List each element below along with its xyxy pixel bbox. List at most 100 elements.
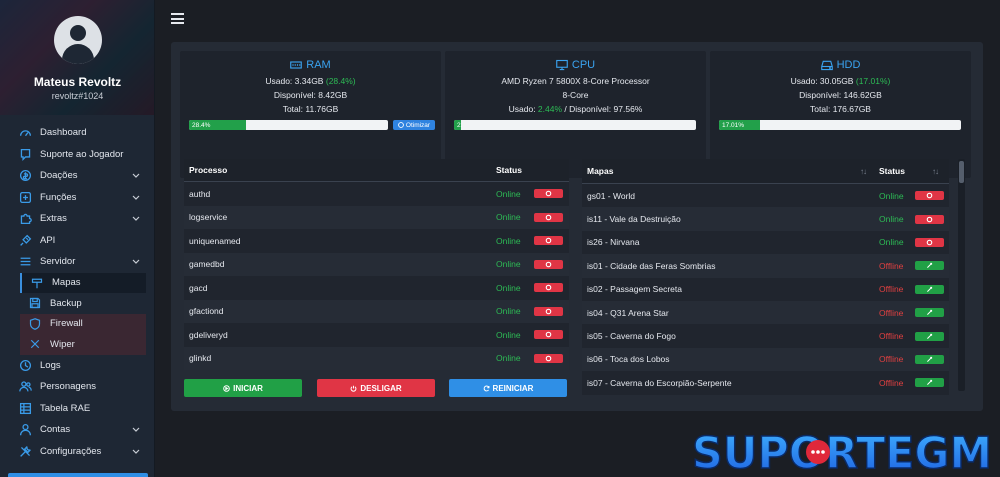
server-icon <box>18 255 32 269</box>
power-toggle-button[interactable] <box>534 283 563 293</box>
power-toggle-button[interactable] <box>534 189 563 199</box>
sidebar-item-logs[interactable]: Logs <box>0 355 155 377</box>
process-name: gacd <box>189 282 208 293</box>
sidebar-item-label: Tabela RAE <box>40 402 91 414</box>
sidebar-item-funcoes[interactable]: Funções <box>0 187 155 209</box>
table-row: uniquenamed Online <box>184 229 569 253</box>
process-name: authd <box>189 188 211 199</box>
hdd-icon <box>820 60 833 71</box>
process-rows: authd Online logservice Online uniquenamed On… <box>184 182 569 370</box>
process-name: gfactiond <box>189 306 224 317</box>
process-name: uniquenamed <box>189 235 241 246</box>
table-row: is05 - Caverna do Fogo Offline <box>582 324 949 348</box>
process-table: Processo Status authd Online logservice Onl… <box>184 159 569 370</box>
table-row: glinkd Online <box>184 346 569 370</box>
history-icon <box>18 358 32 372</box>
suportegm-watermark-logo: SUPORTEGM <box>691 430 993 474</box>
power-toggle-button[interactable] <box>915 237 944 247</box>
start-map-button[interactable] <box>915 354 944 364</box>
start-map-button[interactable] <box>915 378 944 388</box>
power-toggle-button[interactable] <box>534 306 563 316</box>
power-icon <box>545 331 552 338</box>
sidebar-subitem-firewall[interactable]: Firewall <box>20 313 146 334</box>
sidebar-item-label: Extras <box>40 213 67 225</box>
sidebar-item-suporte[interactable]: Suporte ao Jogador <box>0 144 155 166</box>
avatar[interactable] <box>54 16 102 64</box>
maps-scrollbar[interactable] <box>958 159 965 391</box>
sidebar-item-doacoes[interactable]: Doações <box>0 165 155 187</box>
power-icon <box>545 284 552 291</box>
power-toggle-button[interactable] <box>534 259 563 269</box>
map-name: is07 - Caverna do Escorpião-Serpente <box>587 377 732 388</box>
map-name: is01 - Cidade das Feras Sombrias <box>587 260 716 271</box>
maps-table: Mapas ↑↓ Status ↑↓ gs01 - World Online is1… <box>582 159 949 395</box>
process-name: gamedbd <box>189 259 225 270</box>
process-name: glinkd <box>189 353 212 364</box>
table-row: is11 - Vale da Destruição Online <box>582 207 949 231</box>
sidebar-item-api[interactable]: API <box>0 230 155 252</box>
sort-icon[interactable]: ↑↓ <box>860 167 879 176</box>
column-status[interactable]: Status <box>879 166 932 176</box>
optimize-button[interactable]: Otimizar <box>393 120 435 130</box>
map-name: is02 - Passagem Secreta <box>587 284 682 295</box>
profile-header: Mateus Revoltz revoltz#1024 <box>0 0 154 115</box>
sidebar-item-extras[interactable]: Extras <box>0 208 155 230</box>
sidebar-item-personagens[interactable]: Personagens <box>0 376 155 398</box>
table-row: gacd Online <box>184 276 569 300</box>
menu-toggle-icon[interactable] <box>171 13 184 24</box>
power-icon <box>545 214 552 221</box>
sidebar-item-servidor[interactable]: Servidor <box>0 251 155 273</box>
shield-icon <box>28 317 41 330</box>
power-toggle-button[interactable] <box>534 236 563 246</box>
dashboard-icon <box>18 126 32 140</box>
map-status: Offline <box>879 377 904 388</box>
svg-text:SUPORTEGM: SUPORTEGM <box>692 430 992 474</box>
power-icon <box>545 237 552 244</box>
cpu-progress-bar: 2. <box>454 120 696 130</box>
power-toggle-button[interactable] <box>534 353 563 363</box>
map-status: Offline <box>879 260 904 271</box>
sidebar-item-label: Mapas <box>52 277 81 289</box>
map-status: Offline <box>879 307 904 318</box>
sort-icon[interactable]: ↑↓ <box>932 167 949 176</box>
sidebar-item-configuracoes[interactable]: Configurações <box>0 441 155 463</box>
table-row: logservice Online <box>184 205 569 229</box>
power-toggle-button[interactable] <box>534 330 563 340</box>
power-toggle-button[interactable] <box>915 214 944 224</box>
power-toggle-button[interactable] <box>534 212 563 222</box>
power-icon <box>545 190 552 197</box>
maps-scrollbar-thumb[interactable] <box>959 161 964 183</box>
sidebar-subitem-wiper[interactable]: Wiper <box>20 334 146 355</box>
start-map-button[interactable] <box>915 261 944 271</box>
map-name: gs01 - World <box>587 190 636 201</box>
map-name: is04 - Q31 Arena Star <box>587 307 669 318</box>
sidebar-bottom-button[interactable] <box>8 473 148 477</box>
rocket-icon <box>927 356 933 362</box>
ram-available: Disponível: 8.42GB <box>273 90 348 100</box>
sidebar-item-dashboard[interactable]: Dashboard <box>0 122 155 144</box>
column-maps[interactable]: Mapas <box>582 166 860 176</box>
hdd-total: Total: 176.67GB <box>810 104 871 114</box>
maps-rows: gs01 - World Online is11 - Vale da Destrui… <box>582 184 949 395</box>
stop-button[interactable]: DESLIGAR <box>317 379 435 397</box>
sidebar-subitem-mapas[interactable]: Mapas <box>20 272 146 293</box>
chevron-down-icon <box>132 259 140 264</box>
ram-progress-fill: 28.4% <box>189 120 246 130</box>
sidebar-item-tabela-rae[interactable]: Tabela RAE <box>0 398 155 420</box>
process-status: Online <box>496 188 521 199</box>
eraser-icon <box>28 338 41 351</box>
start-button[interactable]: INICIAR <box>184 379 302 397</box>
power-toggle-button[interactable] <box>915 191 944 201</box>
table-row: is01 - Cidade das Feras Sombrias Offline <box>582 254 949 278</box>
restart-button[interactable]: REINICIAR <box>449 379 567 397</box>
sidebar-subitem-backup[interactable]: Backup <box>20 293 146 314</box>
start-map-button[interactable] <box>915 284 944 294</box>
cpu-progress-fill: 2. <box>454 120 462 130</box>
chevron-down-icon <box>132 173 140 178</box>
start-map-button[interactable] <box>915 308 944 318</box>
sidebar-item-contas[interactable]: Contas <box>0 419 155 441</box>
map-name: is11 - Vale da Destruição <box>587 214 681 225</box>
table-row: is26 - Nirvana Online <box>582 230 949 255</box>
start-map-button[interactable] <box>915 331 944 341</box>
sidebar-item-label: API <box>40 234 56 246</box>
